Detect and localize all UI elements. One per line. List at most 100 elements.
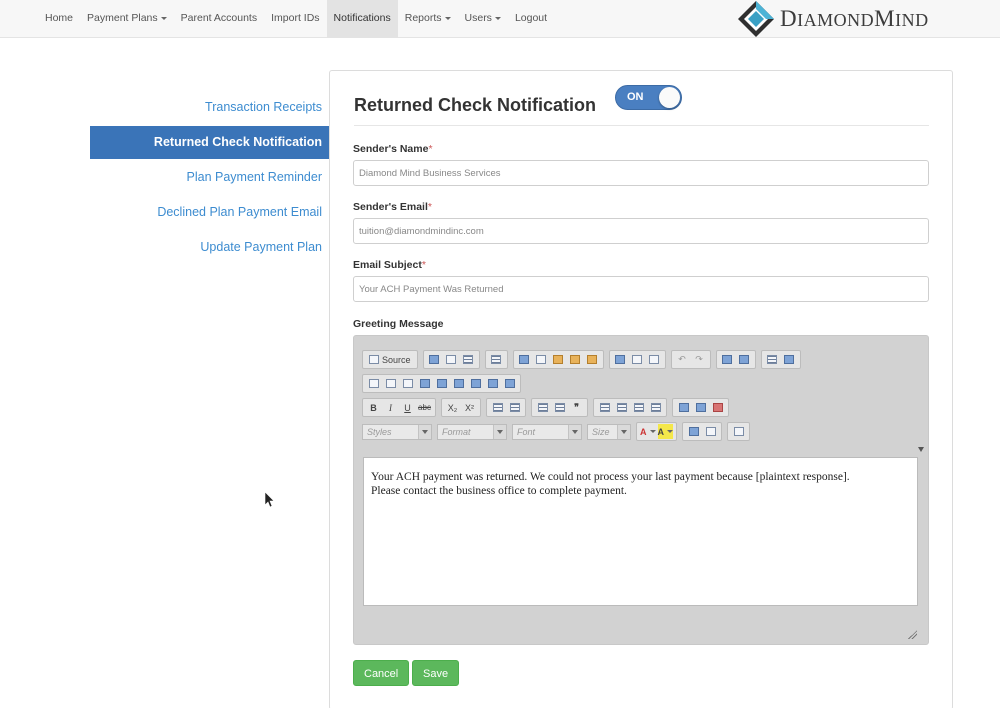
sender-name-label: Sender's Name* [353,143,433,155]
superscript-button[interactable]: X² [462,400,477,415]
sidebar-item-declined-plan-payment-email[interactable]: Declined Plan Payment Email [90,195,334,230]
image-button-field[interactable] [485,376,500,391]
link-button[interactable] [676,400,691,415]
show-blocks-button[interactable] [703,424,718,439]
select-field-button[interactable] [451,376,466,391]
maximize-button[interactable] [686,424,701,439]
sidebar-item-returned-check-notification[interactable]: Returned Check Notification [90,126,334,159]
nav-parent-accounts[interactable]: Parent Accounts [174,0,264,38]
cancel-button[interactable]: Cancel [353,660,410,686]
checkbox-button[interactable] [383,376,398,391]
justify-button[interactable] [648,400,663,415]
align-right-button[interactable] [631,400,646,415]
image-button-icon [487,379,498,388]
new-page-button[interactable] [444,352,459,367]
scayt-button[interactable] [647,352,662,367]
nav-users[interactable]: Users [458,0,508,38]
nav-logout[interactable]: Logout [508,0,554,38]
undo-button[interactable]: ↶ [675,352,690,367]
outdent-button[interactable] [535,400,550,415]
select-all-icon [767,355,778,364]
save-button[interactable]: Save [412,660,460,686]
resize-handle-icon[interactable] [907,629,917,639]
radio-button[interactable] [400,376,415,391]
textfield-button[interactable] [417,376,432,391]
background-color-button[interactable]: A [657,424,673,439]
anchor-button[interactable] [710,400,725,415]
sidebar-item-plan-payment-reminder[interactable]: Plan Payment Reminder [90,160,334,195]
button-field-button[interactable] [468,376,483,391]
italic-button[interactable]: I [383,400,398,415]
nav-label: Logout [514,12,548,24]
nav-notifications[interactable]: Notifications [326,0,398,38]
sender-email-input[interactable] [353,218,929,244]
font-dropdown[interactable]: Font [512,423,582,440]
format-dropdown[interactable]: Format [437,423,507,440]
nav-label: Import IDs [271,12,320,24]
source-button[interactable]: Source [366,352,414,367]
nav-payment-plans[interactable]: Payment Plans [80,0,174,38]
select-all-button[interactable] [765,352,780,367]
styles-dropdown[interactable]: Styles [362,423,432,440]
strikethrough-button[interactable]: abc [417,400,432,415]
numbered-list-button[interactable] [490,400,505,415]
logo-wordmark: DIAMONDMIND [780,6,929,32]
templates-button[interactable] [489,352,504,367]
paste-word-button[interactable] [585,352,600,367]
indent-button[interactable] [552,400,567,415]
paste-button[interactable] [551,352,566,367]
copy-button[interactable] [534,352,549,367]
find-button[interactable] [720,352,735,367]
print-button[interactable] [613,352,628,367]
form-button[interactable] [366,376,381,391]
blockquote-button[interactable]: ❞ [569,400,584,415]
cut-button[interactable] [517,352,532,367]
hidden-field-button[interactable] [502,376,517,391]
checkbox-icon [385,379,396,388]
sidebar-item-transaction-receipts[interactable]: Transaction Receipts [90,90,334,125]
unlink-button[interactable] [693,400,708,415]
nav-import-ids[interactable]: Import IDs [264,0,326,38]
underline-button[interactable]: U [400,400,415,415]
dropdown-label: Size [592,426,610,437]
editor-content-area[interactable]: Your ACH payment was returned. We could … [363,457,918,606]
notification-toggle[interactable]: ON [615,85,682,110]
collapse-toolbar-icon[interactable] [918,447,924,453]
remove-format-button[interactable] [782,352,797,367]
align-center-icon [616,403,627,412]
replace-button[interactable] [737,352,752,367]
button-field-icon [470,379,481,388]
templates-icon [491,355,502,364]
spellcheck-button[interactable] [630,352,645,367]
notification-sidebar: Transaction Receipts Returned Check Noti… [90,90,334,265]
textarea-button[interactable] [434,376,449,391]
bg-color-icon: A [657,426,665,437]
about-button[interactable] [731,424,746,439]
nav-reports[interactable]: Reports [398,0,458,38]
align-left-button[interactable] [597,400,612,415]
sender-name-input[interactable] [353,160,929,186]
save-doc-button[interactable] [427,352,442,367]
toolbar-group [362,374,521,393]
align-center-button[interactable] [614,400,629,415]
floppy-icon [429,355,440,364]
email-subject-input[interactable] [353,276,929,302]
text-color-button[interactable]: A [640,424,656,439]
redo-button[interactable]: ↷ [692,352,707,367]
bulleted-list-button[interactable] [507,400,522,415]
required-marker: * [428,143,433,155]
preview-button[interactable] [461,352,476,367]
bold-button[interactable]: B [366,400,381,415]
toolbar-group [727,422,750,441]
diamondmind-logo[interactable]: DIAMONDMIND [736,0,929,38]
subscript-button[interactable]: X₂ [445,400,460,415]
toggle-knob [659,87,680,108]
form-icon [368,379,379,388]
mouse-cursor-icon [265,492,275,508]
sidebar-item-update-payment-plan[interactable]: Update Payment Plan [90,230,334,265]
size-dropdown[interactable]: Size [587,423,631,440]
source-icon [369,355,379,364]
dropdown-label: Font [517,426,536,437]
paste-text-button[interactable] [568,352,583,367]
nav-home[interactable]: Home [38,0,80,38]
